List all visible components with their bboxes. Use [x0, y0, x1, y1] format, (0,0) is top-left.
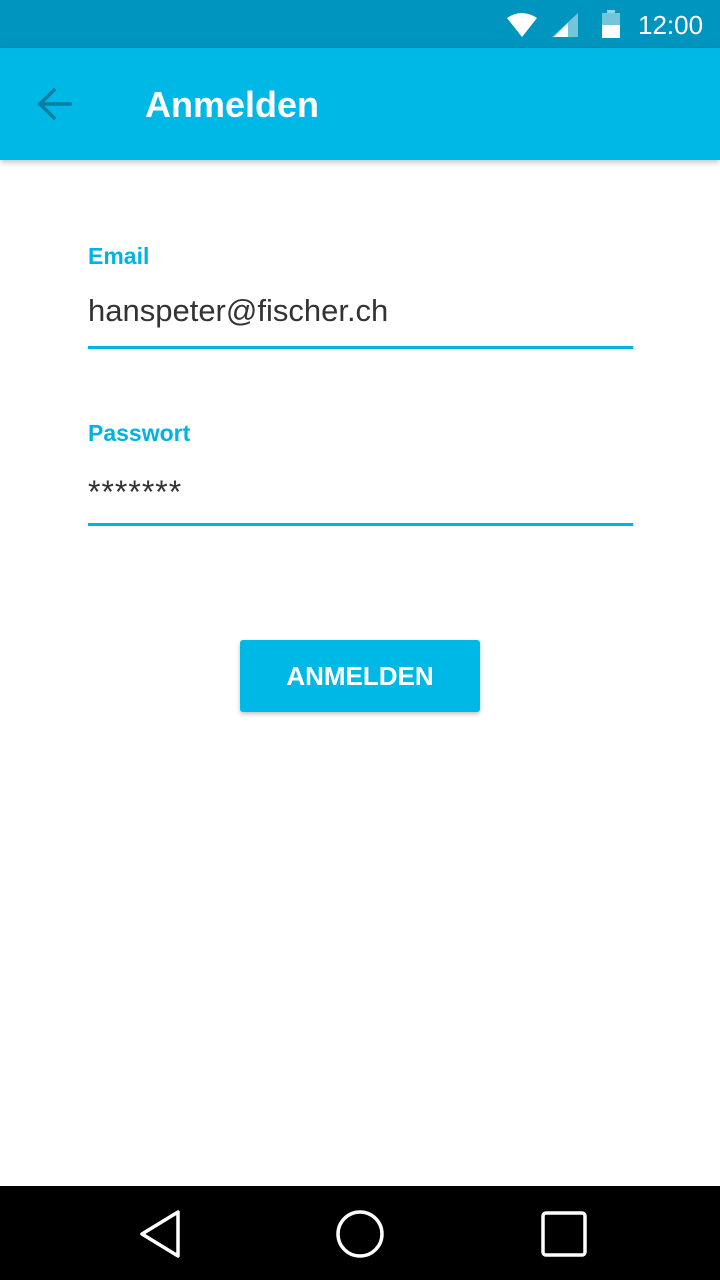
password-input[interactable]: [88, 469, 633, 515]
password-field: Passwort: [88, 419, 633, 529]
nav-recents-icon[interactable]: [538, 1208, 590, 1260]
email-label: Email: [88, 243, 150, 269]
password-label: Passwort: [88, 420, 191, 446]
email-field: Email: [88, 242, 633, 352]
navigation-bar: [0, 1186, 720, 1280]
email-input[interactable]: [88, 288, 633, 334]
app-bar: Anmelden: [0, 48, 720, 160]
password-underline: [88, 523, 633, 526]
page-title: Anmelden: [145, 84, 320, 125]
email-underline: [88, 346, 633, 349]
signal-icon: [552, 13, 578, 37]
nav-back-icon[interactable]: [134, 1208, 186, 1260]
nav-home-icon[interactable]: [334, 1208, 386, 1260]
status-bar: 12:00: [0, 0, 720, 48]
wifi-icon: [507, 13, 537, 37]
status-time: 12:00: [638, 10, 704, 40]
battery-icon: [602, 10, 620, 38]
arrow-back-icon[interactable]: [32, 84, 76, 124]
login-screen: 12:00 Anmelden Email Passwort ANMELDEN: [0, 0, 720, 1280]
login-button[interactable]: ANMELDEN: [240, 640, 480, 712]
